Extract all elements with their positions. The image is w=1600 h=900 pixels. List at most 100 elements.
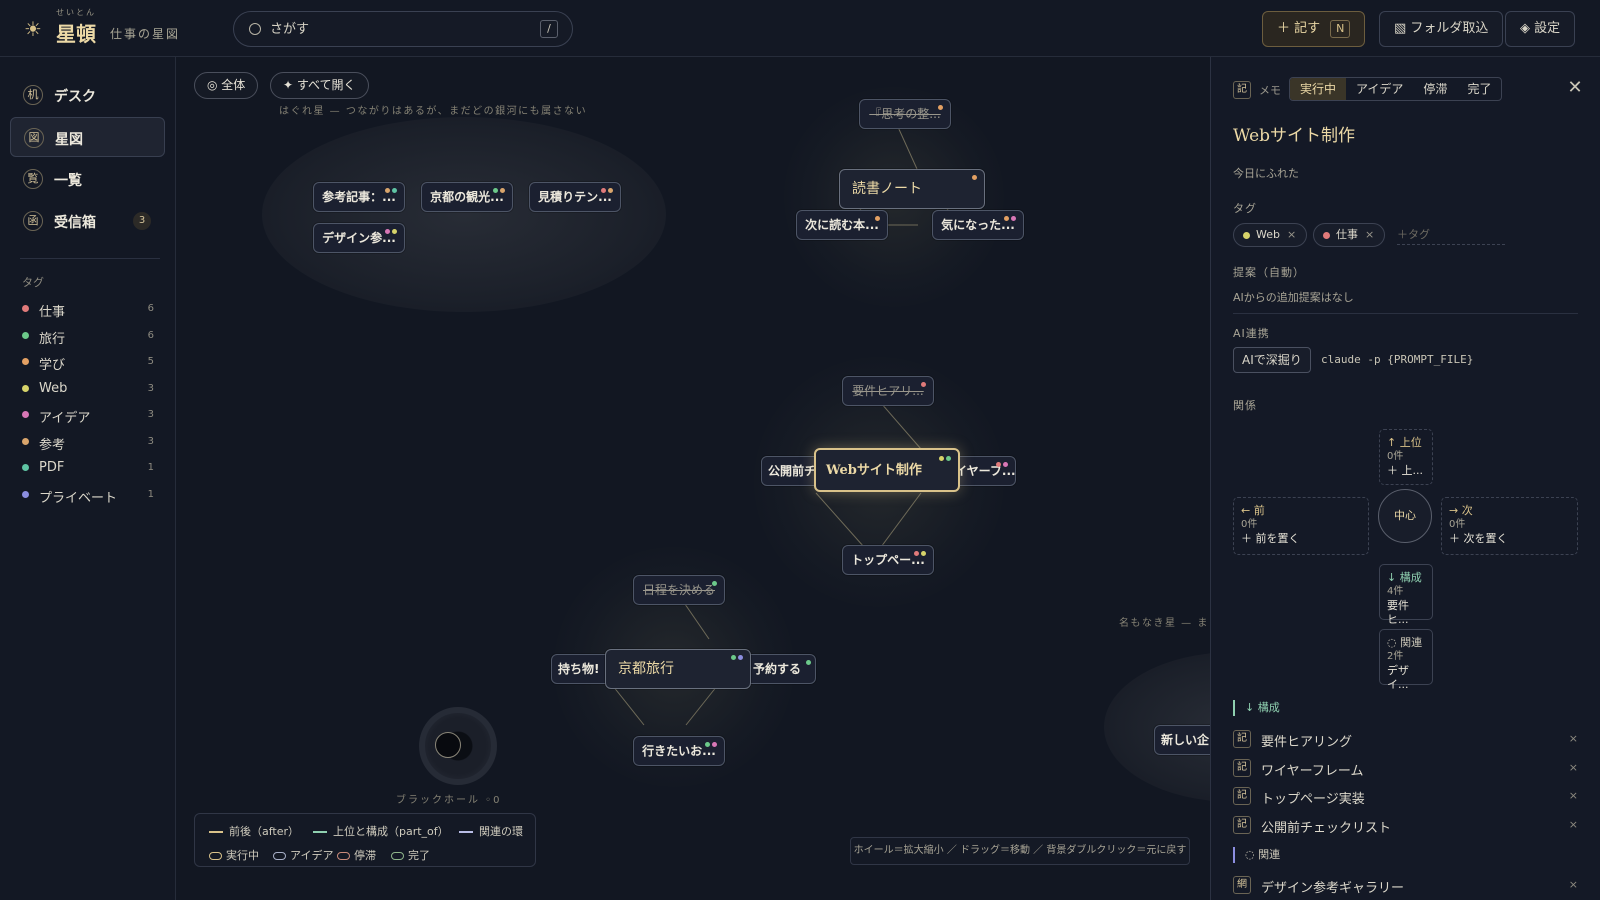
- node-estimate-template[interactable]: 見積りテン...: [529, 182, 621, 212]
- node-label: 次に読む本...: [805, 218, 879, 232]
- node-kyoto-trip[interactable]: 京都旅行: [605, 649, 751, 689]
- sidebar-tag-item[interactable]: PDF 1: [22, 459, 154, 479]
- node-label: 京都旅行: [618, 661, 674, 677]
- remove-relation-icon[interactable]: ×: [1569, 732, 1578, 745]
- status-tab-stalled[interactable]: 停滞: [1413, 78, 1457, 100]
- search-box[interactable]: /: [233, 11, 573, 47]
- tag-color-dot: [1243, 232, 1250, 239]
- sidebar-tag-item[interactable]: 旅行 6: [22, 327, 154, 347]
- expand-all-button[interactable]: ✦ すべて開く: [270, 72, 369, 99]
- relation-list-item[interactable]: 記要件ヒアリング ×: [1233, 728, 1578, 750]
- kind-label: メモ: [1259, 84, 1281, 97]
- ai-command: claude -p {PROMPT_FILE}: [1321, 353, 1474, 366]
- status-tab-done[interactable]: 完了: [1457, 78, 1501, 100]
- node-curious-things[interactable]: 気になった...: [932, 210, 1024, 240]
- node-label: 読書ノート: [852, 181, 922, 197]
- relation-count: 0件: [1449, 519, 1466, 530]
- tag-name: 参考: [39, 437, 66, 453]
- search-input[interactable]: [270, 19, 520, 39]
- node-new-plan[interactable]: 新しい企: [1154, 725, 1210, 755]
- sidebar-tag-item[interactable]: プライベート 1: [22, 486, 154, 506]
- relation-parent-slot[interactable]: ↑ 上位 0件 ＋ 上...: [1379, 429, 1433, 485]
- tag-color-dot: [22, 331, 29, 339]
- node-places-to-visit[interactable]: 行きたいお...: [633, 736, 725, 766]
- sun-logo-icon: ☀: [24, 17, 42, 41]
- node-thinking-book[interactable]: 『思考の整...: [859, 99, 951, 129]
- remove-relation-icon[interactable]: ×: [1569, 818, 1578, 831]
- close-icon[interactable]: ✕: [1566, 79, 1584, 97]
- node-decide-schedule[interactable]: 日程を決める: [633, 575, 725, 605]
- relation-item-label: デザイン参考ギャラリー: [1261, 881, 1405, 896]
- app-header: ☀ せいとん 星頓 仕事の星図 / ＋ 記す N ▧ フォルダ取込 ◈ 設定: [0, 0, 1600, 57]
- tag-count: 1: [147, 462, 154, 473]
- remove-relation-icon[interactable]: ×: [1569, 761, 1578, 774]
- tag-color-dot: [22, 305, 29, 312]
- nav-item-list[interactable]: 覧 一覧: [10, 159, 165, 199]
- node-tag-dots: [804, 660, 811, 666]
- node-kyoto-sightseeing[interactable]: 京都の観光...: [421, 182, 513, 212]
- tag-count: 3: [147, 409, 154, 420]
- relation-title: → 次: [1449, 504, 1473, 517]
- star-map-canvas[interactable]: ◎ 全体 ✦ すべて開く はぐれ星 — つながりはあるが、まだどの銀河にも属さな…: [176, 57, 1210, 900]
- node-tag-dots: [383, 229, 397, 235]
- relations-section-label: 関係: [1233, 399, 1257, 412]
- add-tag-input[interactable]: [1397, 225, 1505, 245]
- relation-list-item[interactable]: 網デザイン参考ギャラリー ×: [1233, 874, 1578, 896]
- status-tab-running[interactable]: 実行中: [1290, 78, 1347, 100]
- tag-color-dot: [22, 384, 29, 392]
- remove-tag-icon[interactable]: ×: [1287, 228, 1296, 241]
- sidebar-tag-item[interactable]: 学び 5: [22, 353, 154, 373]
- node-label: 予約する: [752, 662, 801, 676]
- node-make-reservation[interactable]: 予約する: [742, 654, 816, 684]
- nav-item-inbox[interactable]: 函 受信箱 3: [10, 201, 165, 241]
- node-reading-note[interactable]: 読書ノート: [839, 169, 985, 209]
- node-next-to-read[interactable]: 次に読む本...: [796, 210, 888, 240]
- legend-done: 完了: [391, 847, 430, 863]
- nav-item-star-map[interactable]: 図 星図: [10, 117, 165, 157]
- tag-chip-web: Web ×: [1233, 223, 1308, 247]
- node-website-production[interactable]: Webサイト制作: [814, 448, 960, 492]
- relation-item-label: 公開前チェックリスト: [1261, 820, 1392, 836]
- tag-count: 3: [147, 382, 154, 394]
- sidebar-tag-item[interactable]: 参考 3: [22, 433, 154, 453]
- node-label: 日程を決める: [642, 583, 715, 597]
- settings-button[interactable]: ◈ 設定: [1505, 11, 1576, 47]
- search-shortcut-key: /: [540, 20, 558, 38]
- black-hole-label: ブラックホール ◦0: [396, 795, 502, 806]
- node-requirements-hearing[interactable]: 要件ヒアリ...: [842, 376, 934, 406]
- folder-import-button[interactable]: ▧ フォルダ取込: [1379, 11, 1504, 47]
- node-design-reference[interactable]: デザイン参...: [313, 223, 405, 253]
- sidebar-tag-item[interactable]: Web 3: [22, 380, 154, 400]
- status-tab-idea[interactable]: アイデア: [1346, 78, 1413, 100]
- sidebar-tag-item[interactable]: アイデア 3: [22, 406, 154, 426]
- memo-title[interactable]: Webサイト制作: [1233, 121, 1355, 146]
- relation-item-label: 要件ヒアリング: [1261, 735, 1353, 750]
- relation-value: ＋ 上...: [1387, 464, 1423, 477]
- panel-divider: [1233, 313, 1578, 314]
- nav-item-desk[interactable]: 机 デスク: [10, 75, 165, 115]
- memo-kind-icon: 網: [1233, 876, 1251, 894]
- relation-prev-slot[interactable]: ← 前 0件 ＋ 前を置く: [1233, 497, 1369, 555]
- node-ref-article[interactable]: 参考記事：...: [313, 182, 405, 212]
- remove-relation-icon[interactable]: ×: [1569, 789, 1578, 802]
- sidebar-tag-item[interactable]: 仕事 6: [22, 300, 154, 320]
- controls-hint: ホイール＝拡大縮小 ／ ドラッグ＝移動 ／ 背景ダブルクリック＝元に戻す: [850, 837, 1190, 865]
- record-button[interactable]: ＋ 記す N: [1262, 11, 1366, 47]
- relation-parts-slot[interactable]: ↓ 構成 4件 要件ヒ...: [1379, 564, 1433, 626]
- relation-next-slot[interactable]: → 次 0件 ＋ 次を置く: [1441, 497, 1578, 555]
- tag-count: 6: [147, 329, 154, 341]
- node-top-page[interactable]: トップペー...: [842, 545, 934, 575]
- relation-related-slot[interactable]: ◌ 関連 2件 デザイ...: [1379, 629, 1433, 691]
- ai-deep-dive-button[interactable]: AIで深掘り: [1233, 347, 1311, 373]
- relation-list-item[interactable]: 記ワイヤーフレーム ×: [1233, 757, 1578, 779]
- remove-tag-icon[interactable]: ×: [1365, 228, 1374, 241]
- relation-list-item[interactable]: 記トップページ実装 ×: [1233, 785, 1578, 807]
- node-tag-dots: [599, 188, 613, 194]
- remove-relation-icon[interactable]: ×: [1569, 878, 1578, 891]
- relation-list-item[interactable]: 記公開前チェックリスト ×: [1233, 814, 1578, 836]
- legend-stalled-label: 停滞: [354, 849, 376, 862]
- node-tag-dots: [919, 382, 926, 388]
- node-tag-dots: [1002, 216, 1016, 222]
- node-tag-dots: [383, 188, 397, 194]
- show-all-button[interactable]: ◎ 全体: [194, 72, 259, 99]
